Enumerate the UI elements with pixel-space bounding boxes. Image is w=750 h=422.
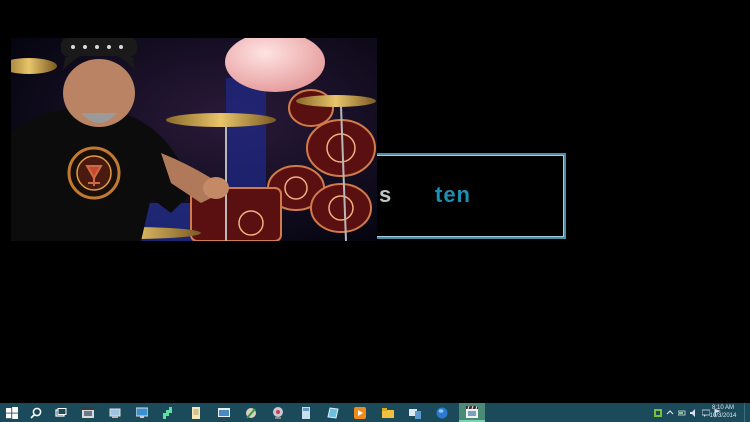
taskbar-app-monitor[interactable] (131, 403, 153, 422)
video-editor-icon (466, 405, 478, 418)
logo-text-right: ten (435, 182, 471, 207)
taskbar-app-paint[interactable] (240, 403, 262, 422)
chevron-icon[interactable] (666, 409, 674, 417)
calculator-icon (302, 406, 310, 419)
battery-icon[interactable] (678, 409, 686, 417)
taskbar-app-film[interactable] (77, 403, 99, 422)
logo-text-left: s (379, 182, 393, 207)
monitor-icon (136, 407, 148, 418)
taskbar-app-globe[interactable] (431, 403, 453, 422)
taskbar-app-media-center[interactable] (267, 403, 289, 422)
taskbar-app-video-editor-active[interactable] (459, 403, 485, 422)
search-icon (30, 407, 42, 419)
clock-time: 8:10 AM (711, 405, 734, 411)
file-explorer-icon (382, 407, 394, 418)
taskbar-app-devices[interactable] (404, 403, 426, 422)
clock-date: 10/3/2014 (709, 413, 737, 419)
taskbar-app-computer[interactable] (104, 403, 126, 422)
video-player-window[interactable] (11, 38, 377, 241)
taskbar-app-file-explorer[interactable] (377, 403, 399, 422)
windows-start-icon (6, 406, 18, 419)
taskbar-app-window[interactable] (213, 403, 235, 422)
computer-icon (109, 408, 121, 418)
taskbar-app-document[interactable] (185, 403, 207, 422)
devices-icon (409, 408, 421, 419)
document-icon (192, 406, 200, 419)
film-icon (82, 406, 94, 418)
start-button[interactable] (1, 403, 23, 422)
media-center-icon (273, 406, 283, 419)
search-button[interactable] (25, 403, 47, 422)
paint-icon (246, 407, 256, 419)
media-player-icon (354, 406, 366, 419)
taskbar-app-media-player[interactable] (349, 403, 371, 422)
taskbar-app-grid[interactable] (158, 403, 180, 422)
taskbar-app-image[interactable] (322, 403, 344, 422)
task-view-button[interactable] (50, 403, 72, 422)
taskbar-clock[interactable]: 8:10 AM 10/3/2014 (705, 404, 741, 420)
volume-icon[interactable] (690, 408, 698, 417)
window-app-icon (218, 407, 230, 417)
globe-icon (436, 407, 448, 418)
taskbar-app-calculator[interactable] (295, 403, 317, 422)
network-app-icon[interactable] (654, 408, 662, 417)
image-app-icon (327, 406, 339, 419)
taskbar: 8:10 AM 10/3/2014 (0, 403, 750, 422)
grid-app-icon (163, 406, 172, 419)
video-frame (11, 38, 377, 241)
show-desktop-button[interactable] (744, 403, 750, 422)
task-view-icon (55, 407, 67, 417)
